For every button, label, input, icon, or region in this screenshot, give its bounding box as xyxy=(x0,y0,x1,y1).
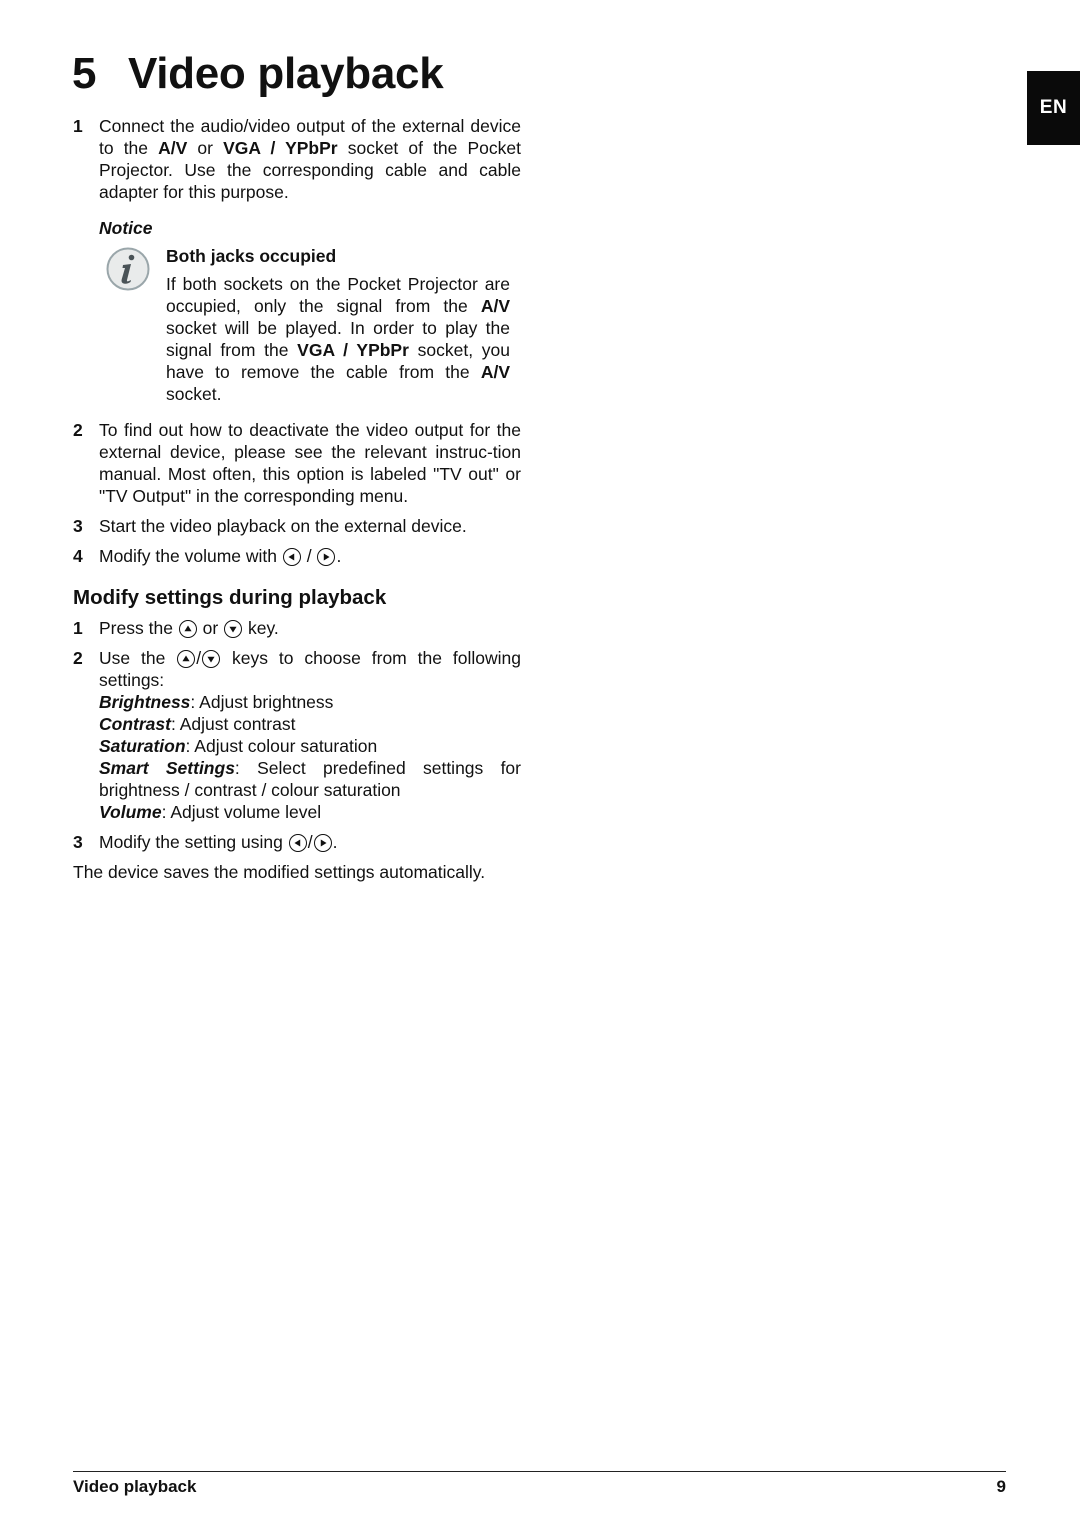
step-3: 3 Start the video playback on the extern… xyxy=(73,515,521,537)
text-run: Modify the volume with xyxy=(99,546,282,566)
setting-desc: : Adjust volume level xyxy=(161,802,322,822)
text-run: / xyxy=(196,648,202,668)
page-title: 5 Video playback xyxy=(72,44,444,104)
footer-page-number: 9 xyxy=(996,1477,1006,1496)
up-key-icon xyxy=(178,620,197,638)
text-run: key. xyxy=(243,618,279,638)
main-column: 1 Connect the audio/video output of the … xyxy=(73,115,521,883)
setting-desc: : Adjust contrast xyxy=(170,714,296,734)
step-text: Start the video playback on the external… xyxy=(99,516,467,536)
step-1: 1 Connect the audio/video output of the … xyxy=(73,115,521,203)
text-run: . xyxy=(336,546,342,566)
down-key-icon xyxy=(202,650,221,668)
av-socket-label: A/V xyxy=(480,296,510,316)
setting-name: Volume xyxy=(99,802,162,822)
right-key-icon xyxy=(313,834,332,852)
setting-smart-settings-continued: brightness / contrast / colour saturatio… xyxy=(99,779,521,801)
text-run: or xyxy=(187,138,224,158)
vga-socket-label: VGA / YPbPr xyxy=(297,340,409,360)
left-key-icon xyxy=(282,548,301,566)
step-2: 2 To find out how to deactivate the vide… xyxy=(73,419,521,507)
text-run: or xyxy=(197,618,224,638)
setting-name: Contrast xyxy=(99,714,171,734)
section-heading: Modify settings during playback xyxy=(73,586,387,609)
footer-section-name: Video playback xyxy=(73,1477,197,1496)
av-socket-label: A/V xyxy=(480,362,510,382)
text-run: / xyxy=(301,546,317,566)
step-number: 3 xyxy=(73,832,83,852)
up-key-icon xyxy=(177,650,196,668)
setting-name: Smart Settings xyxy=(99,758,235,778)
setting-saturation: Saturation: Adjust colour saturation xyxy=(99,735,521,757)
step-text: Press the or key. xyxy=(99,617,521,639)
vga-socket-label: VGA / YPbPr xyxy=(223,138,338,158)
settings-step-2: 2 Use the / keys to choose from the foll… xyxy=(73,647,521,823)
step-number: 2 xyxy=(73,420,83,440)
setting-name: Brightness xyxy=(99,692,191,712)
info-icon xyxy=(106,247,150,291)
text-run: socket. xyxy=(166,384,222,404)
settings-step-3: 3 Modify the setting using /. xyxy=(73,831,521,853)
settings-list: Brightness: Adjust brightness Contrast: … xyxy=(99,691,521,823)
notice-box: Both jacks occupied If both sockets on t… xyxy=(99,245,510,405)
step-text: Connect the audio/video output of the ex… xyxy=(99,115,521,203)
step-number: 2 xyxy=(73,648,83,668)
step-text: Use the / keys to choose from the follow… xyxy=(99,647,521,823)
text-run: If both sockets on the Pocket Projector … xyxy=(166,274,510,316)
setting-volume: Volume: Adjust volume level xyxy=(99,801,521,823)
setting-name: Saturation xyxy=(99,736,186,756)
text-run: Use the xyxy=(99,648,177,668)
notice-label: Notice xyxy=(99,218,153,238)
setting-desc: : Adjust brightness xyxy=(190,692,334,712)
setting-brightness: Brightness: Adjust brightness xyxy=(99,691,521,713)
step-text: Modify the volume with / . xyxy=(99,545,521,567)
setting-desc: : Select predefined settings for xyxy=(234,758,521,778)
step-text: Modify the setting using /. xyxy=(99,831,521,853)
step-number: 3 xyxy=(73,516,83,536)
right-key-icon xyxy=(317,548,336,566)
step-number: 1 xyxy=(73,116,83,136)
step-number: 1 xyxy=(73,618,83,638)
notice-body: If both sockets on the Pocket Projector … xyxy=(166,273,510,405)
text-run: / xyxy=(307,832,313,852)
down-key-icon xyxy=(224,620,243,638)
language-tab: EN xyxy=(1027,71,1080,145)
step-text: To find out how to deactivate the video … xyxy=(99,420,521,506)
step-number: 4 xyxy=(73,546,83,566)
chapter-title: Video playback xyxy=(128,49,444,98)
language-tab-label: EN xyxy=(1039,97,1068,118)
text-run: Modify the setting using xyxy=(99,832,288,852)
closing-note: The device saves the modified settings a… xyxy=(73,862,486,882)
setting-contrast: Contrast: Adjust contrast xyxy=(99,713,521,735)
step-4: 4 Modify the volume with / . xyxy=(73,545,521,567)
footer-divider xyxy=(73,1471,1006,1472)
setting-smart-settings: Smart Settings: Select predefined settin… xyxy=(99,757,521,779)
setting-desc: : Adjust colour saturation xyxy=(185,736,378,756)
chapter-number: 5 xyxy=(72,49,97,98)
text-run: . xyxy=(332,832,338,852)
text-run: Press the xyxy=(99,618,178,638)
left-key-icon xyxy=(288,834,307,852)
setting-desc: brightness / contrast / colour saturatio… xyxy=(99,780,401,800)
settings-step-1: 1 Press the or key. xyxy=(73,617,521,639)
av-socket-label: A/V xyxy=(158,138,188,158)
notice-title: Both jacks occupied xyxy=(166,246,337,266)
